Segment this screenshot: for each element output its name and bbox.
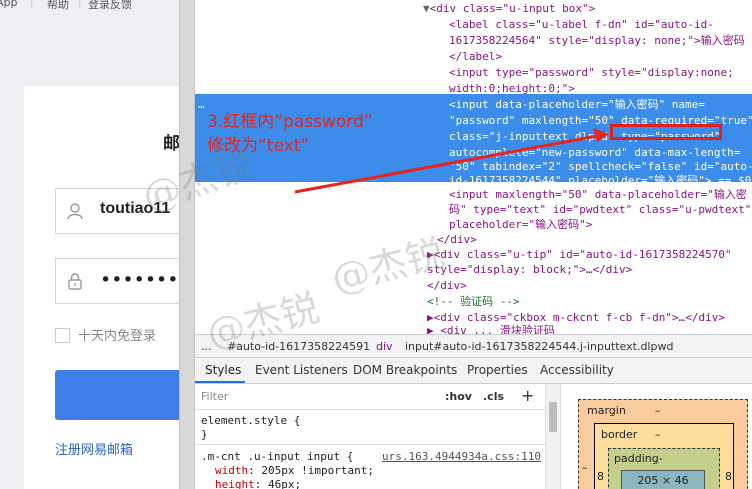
new-rule-button[interactable]: +: [521, 386, 534, 405]
box-padding[interactable]: padding- 205 × 46: [608, 448, 720, 489]
nav-separator: |: [78, 0, 82, 9]
tab-event-listeners[interactable]: Event Listeners: [255, 363, 348, 377]
styles-scrollbar[interactable]: [545, 384, 560, 489]
pane-scrollbar[interactable]: [179, 0, 195, 489]
remember-me[interactable]: 十天内免登录: [55, 325, 156, 344]
active-tab-indicator: [195, 381, 245, 383]
filter-input[interactable]: Filter: [201, 390, 228, 403]
nav-separator: |: [30, 0, 34, 9]
rule-close: }: [201, 428, 208, 441]
breadcrumb-item[interactable]: #auto-id-1617358224591: [227, 340, 370, 353]
breadcrumb-item[interactable]: div: [376, 340, 393, 353]
username-field[interactable]: toutiao11: [55, 188, 179, 234]
margin-label: margin: [587, 404, 626, 417]
rule-source-link[interactable]: urs.163.4944934a.css:110: [382, 450, 541, 463]
breadcrumb-item-active[interactable]: input#auto-id-1617358224544.j-inputtext.…: [405, 340, 673, 353]
scrollbar-thumb[interactable]: [549, 402, 557, 432]
tab-styles[interactable]: Styles: [205, 363, 241, 377]
devtools-panel: … ▼<div class="u-input box"> <label clas…: [195, 0, 752, 489]
user-icon: [67, 203, 83, 220]
help-link[interactable]: 帮助: [47, 0, 69, 12]
annotation-line-1: 3.红框内“password”: [207, 112, 373, 132]
box-border[interactable]: border – 8 padding- 205 × 46 8: [594, 423, 734, 489]
box-margin[interactable]: margin – – border – 8 padding- 205 × 46 …: [578, 399, 748, 489]
styles-pane: Filter :hov .cls + element.style { } .m-…: [195, 384, 560, 489]
username-value: toutiao11: [100, 200, 171, 217]
login-title: 邮: [163, 134, 179, 154]
annotation-line-2: 修改为“text”: [207, 136, 310, 156]
hov-toggle[interactable]: :hov: [445, 390, 472, 403]
padding-left-value: 8: [597, 470, 604, 483]
width-declaration[interactable]: width: 205px !important;: [215, 464, 374, 477]
margin-left-value: –: [582, 461, 588, 474]
tab-dom-breakpoints[interactable]: DOM Breakpoints: [353, 363, 457, 377]
padding-label: padding-: [614, 452, 663, 465]
feedback-link[interactable]: 登录反馈: [88, 0, 132, 12]
styles-tabbar: Styles Event Listeners DOM Breakpoints P…: [195, 358, 752, 384]
tab-accessibility[interactable]: Accessibility: [540, 363, 614, 377]
password-value: ••••••••: [100, 269, 179, 291]
tab-properties[interactable]: Properties: [467, 363, 528, 377]
login-button[interactable]: [55, 370, 179, 420]
instruction-annotation: 3.红框内“password” 修改为“text”: [207, 110, 373, 158]
filter-bar: Filter :hov .cls +: [195, 384, 545, 410]
padding-right-value: 8: [725, 470, 732, 483]
height-declaration[interactable]: height: 46px;: [215, 478, 301, 489]
red-arrow-icon: [294, 128, 609, 194]
box-model: margin – – border – 8 padding- 205 × 46 …: [560, 384, 752, 489]
border-label: border: [601, 428, 638, 441]
password-field[interactable]: ••••••••: [55, 258, 179, 304]
app-link[interactable]: App: [0, 0, 18, 9]
cls-toggle[interactable]: .cls: [483, 390, 504, 403]
top-nav: App | 帮助 | 登录反馈: [0, 0, 179, 12]
breadcrumb-more[interactable]: ...: [201, 340, 212, 353]
margin-value: –: [655, 404, 661, 417]
rule-selector[interactable]: .m-cnt .u-input input {: [201, 450, 353, 463]
rule-divider: [195, 444, 545, 445]
remember-checkbox[interactable]: [55, 328, 70, 343]
remember-label: 十天内免登录: [78, 329, 157, 344]
box-content[interactable]: 205 × 46: [621, 470, 705, 489]
register-link[interactable]: 注册网易邮箱: [55, 439, 133, 458]
element-style-rule[interactable]: element.style {: [201, 414, 300, 427]
breadcrumb: ... #auto-id-1617358224591 div input#aut…: [195, 334, 752, 358]
border-value: –: [655, 428, 661, 441]
lock-icon: [68, 273, 82, 290]
web-page-pane: App | 帮助 | 登录反馈 邮 toutiao11 •••••••• 十天内…: [0, 0, 179, 489]
